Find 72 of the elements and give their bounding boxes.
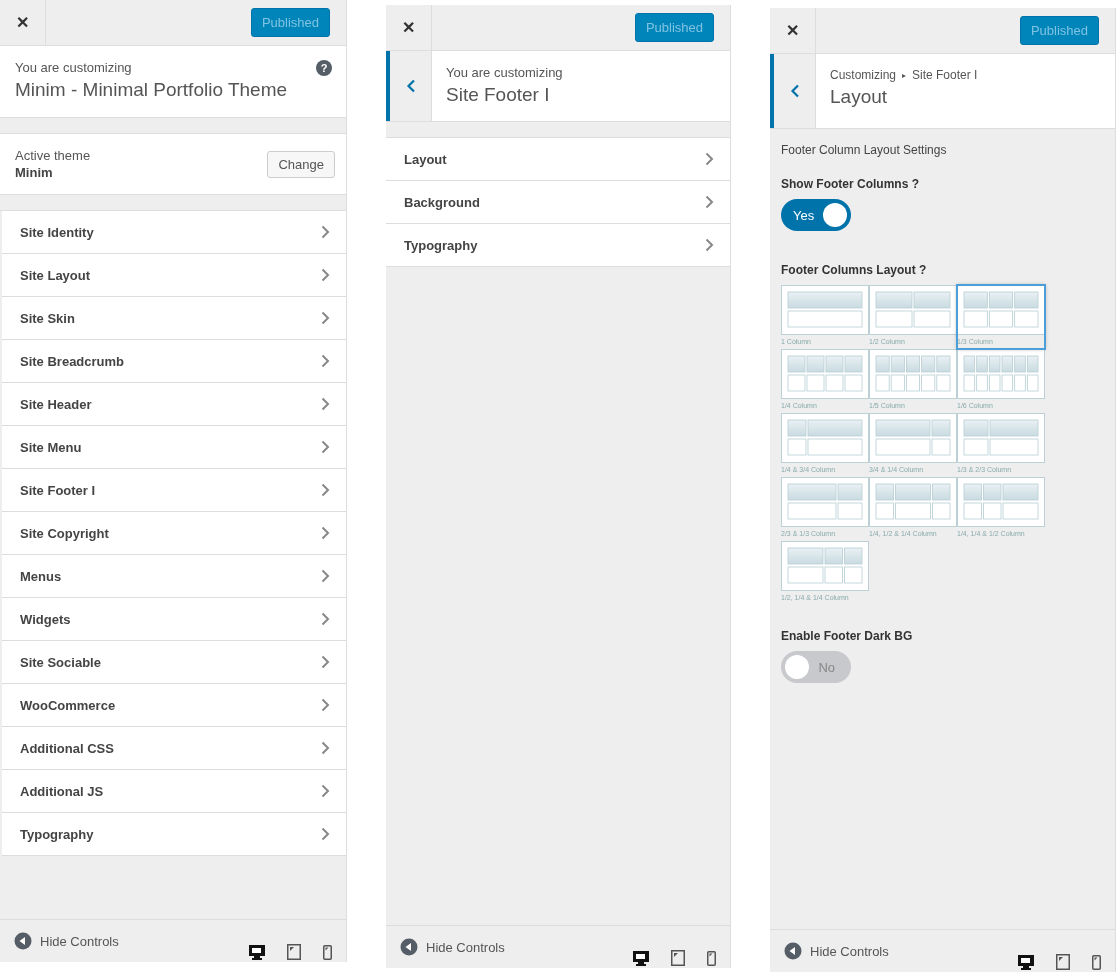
- menu-item[interactable]: Site Identity: [2, 211, 346, 254]
- chevron-right-icon: [321, 268, 330, 282]
- menu-item[interactable]: Additional CSS: [2, 727, 346, 770]
- menu-item[interactable]: Site Menu: [2, 426, 346, 469]
- chevron-right-icon: [321, 612, 330, 626]
- chevron-right-icon: [321, 655, 330, 669]
- desktop-icon[interactable]: [249, 945, 265, 960]
- back-button[interactable]: [770, 54, 816, 128]
- settings-heading: Footer Column Layout Settings: [781, 143, 948, 157]
- chevron-right-icon: [321, 526, 330, 540]
- desktop-icon[interactable]: [633, 951, 649, 966]
- customizing-caption: You are customizing: [15, 60, 132, 75]
- back-button[interactable]: [386, 51, 432, 121]
- menu-item[interactable]: Site Skin: [2, 297, 346, 340]
- mobile-icon[interactable]: [323, 945, 332, 960]
- menu-item[interactable]: Site Layout: [2, 254, 346, 297]
- chevron-right-icon: [321, 225, 330, 239]
- chevron-left-icon: [789, 84, 800, 98]
- menu-item[interactable]: Site Sociable: [2, 641, 346, 684]
- menu-item[interactable]: Site Breadcrumb: [2, 340, 346, 383]
- toggle-switch[interactable]: Yes: [781, 199, 851, 231]
- breadcrumb-current: Site Footer I: [912, 68, 978, 82]
- collapse-icon[interactable]: [400, 938, 418, 956]
- tablet-icon[interactable]: [1056, 954, 1070, 970]
- tablet-icon[interactable]: [671, 950, 685, 966]
- hide-controls-link[interactable]: Hide Controls: [426, 939, 505, 955]
- chevron-right-icon: [321, 784, 330, 798]
- chevron-right-icon: [321, 741, 330, 755]
- chevron-right-icon: [321, 698, 330, 712]
- chevron-right-icon: [321, 483, 330, 497]
- menu-item[interactable]: Layout: [386, 138, 730, 181]
- chevron-right-icon: [321, 354, 330, 368]
- change-button[interactable]: Change: [267, 150, 335, 178]
- breadcrumb-link[interactable]: Customizing: [830, 68, 897, 82]
- menu-item[interactable]: WooCommerce: [2, 684, 346, 727]
- mobile-icon[interactable]: [707, 951, 716, 966]
- setting-label: Show Footer Columns ?: [781, 177, 920, 191]
- chevron-right-icon: [705, 152, 714, 166]
- setting-label: Enable Footer Dark BG: [781, 629, 914, 643]
- active-theme-caption: Active theme: [15, 148, 91, 163]
- chevron-right-icon: [321, 569, 330, 583]
- chevron-right-icon: [321, 440, 330, 454]
- menu-item[interactable]: Site Footer I: [2, 469, 346, 512]
- menu-item[interactable]: Site Header: [2, 383, 346, 426]
- menu-item[interactable]: Background: [386, 181, 730, 224]
- menu-item[interactable]: Typography: [2, 813, 346, 856]
- mobile-icon[interactable]: [1092, 955, 1101, 970]
- chevron-right-icon: [321, 827, 330, 841]
- menu-item[interactable]: Additional JS: [2, 770, 346, 813]
- desktop-icon[interactable]: [1018, 955, 1034, 970]
- chevron-left-icon: [405, 79, 416, 93]
- hide-controls-link[interactable]: Hide Controls: [810, 943, 889, 959]
- menu-item[interactable]: Menus: [2, 555, 346, 598]
- collapse-icon[interactable]: [14, 932, 32, 950]
- menu-item[interactable]: Site Copyright: [2, 512, 346, 555]
- chevron-right-icon: [321, 397, 330, 411]
- breadcrumb-separator: ▸: [902, 70, 907, 80]
- section-title: Layout: [830, 86, 889, 108]
- chevron-right-icon: [705, 195, 714, 209]
- help-icon[interactable]: ?: [316, 60, 332, 76]
- tablet-icon[interactable]: [287, 944, 301, 960]
- setting-label: Footer Columns Layout ?: [781, 263, 928, 277]
- theme-title: Minim - Minimal Portfolio Theme: [15, 79, 289, 101]
- theme-name: Minim: [15, 165, 54, 180]
- menu-item[interactable]: Typography: [386, 224, 730, 267]
- hide-controls-link[interactable]: Hide Controls: [40, 933, 119, 949]
- chevron-right-icon: [321, 311, 330, 325]
- section-title: Site Footer I: [446, 84, 551, 106]
- collapse-icon[interactable]: [784, 942, 802, 960]
- customizing-caption: You are customizing: [446, 65, 563, 80]
- chevron-right-icon: [705, 238, 714, 252]
- menu-item[interactable]: Widgets: [2, 598, 346, 641]
